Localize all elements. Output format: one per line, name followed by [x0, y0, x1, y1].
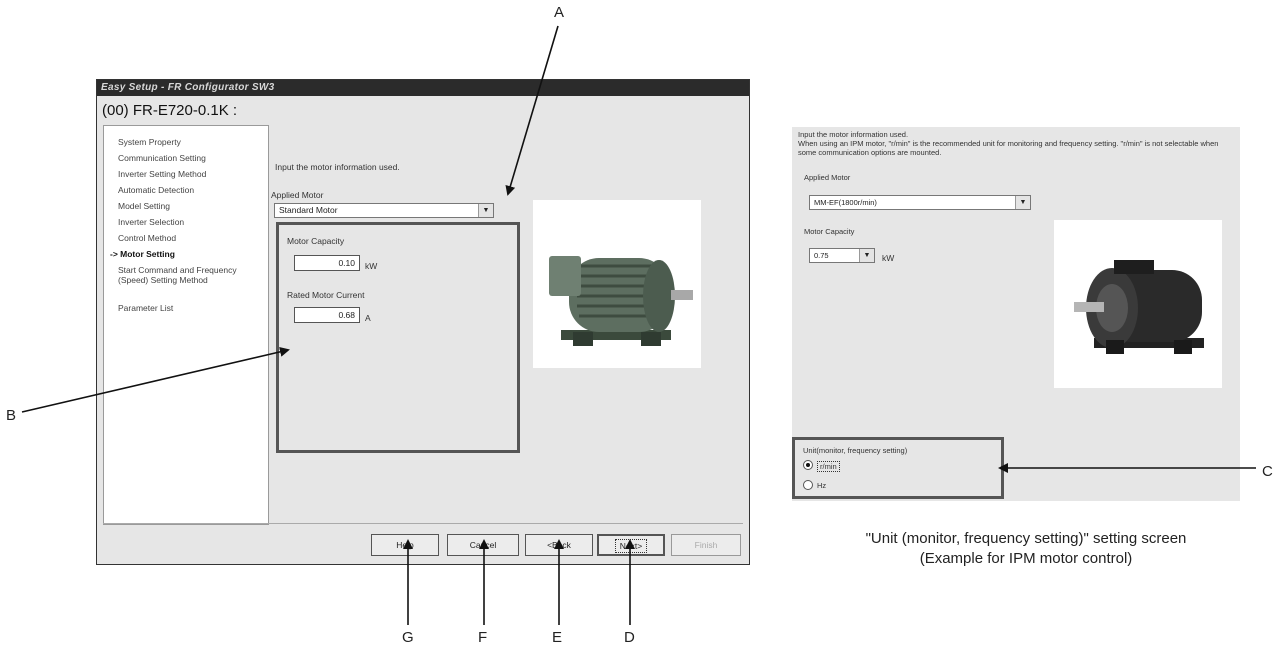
arrow-a	[505, 25, 559, 196]
arrow-b	[21, 346, 290, 413]
callout-arrows	[21, 25, 1256, 625]
